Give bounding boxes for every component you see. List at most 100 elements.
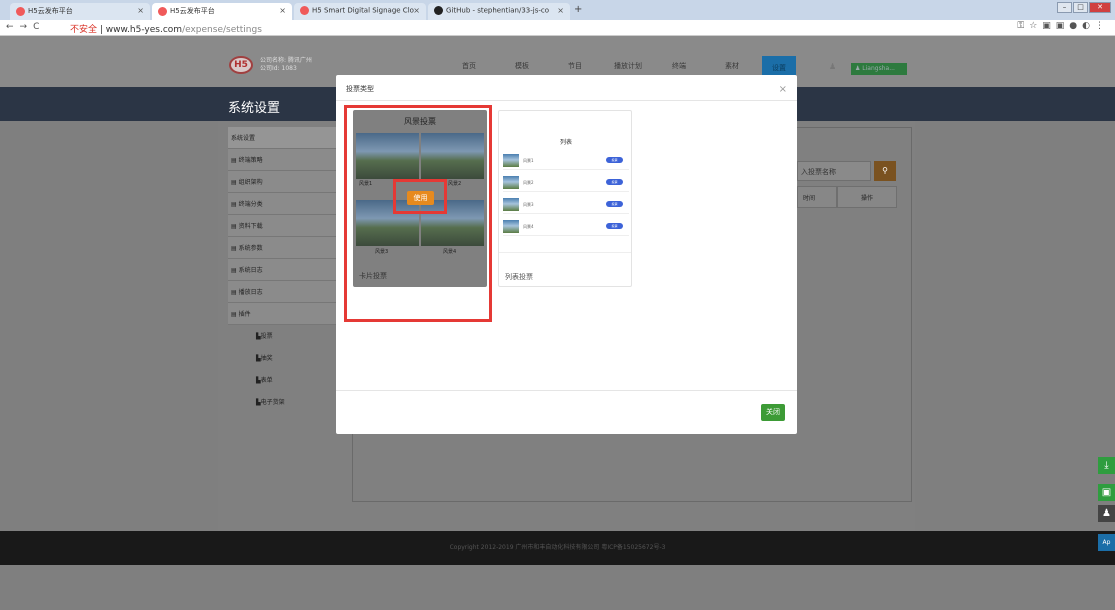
address-bar: ←→C 不安全 | www.h5-yes.com/expense/setting…	[0, 20, 1115, 36]
minimize-icon[interactable]: –	[1057, 2, 1072, 13]
sidebar-item-label: 抽奖	[260, 355, 273, 362]
sidebar-item-label: 插件	[238, 311, 251, 318]
image-icon[interactable]: ▣	[1098, 484, 1115, 501]
sidebar-item-organization[interactable]: ▤ 组织架构	[228, 171, 346, 193]
list-item-label: 风景3	[523, 202, 534, 207]
sidebar-item-play-log[interactable]: ▤ 播放日志	[228, 281, 346, 303]
sidebar-item-label: 播放日志	[238, 289, 263, 296]
sidebar-item-terminal-strategy[interactable]: ▤ 终端策略	[228, 149, 346, 171]
company-id: 公司Id: 1083	[260, 65, 297, 72]
list-item: 风景1 投票	[503, 153, 629, 170]
user-name: Liangsha...	[862, 65, 895, 72]
settings-sidebar: 系统设置 ▤ 终端策略 ▤ 组织架构 ▤ 终端分类 ▤ 资料下载 ▤ 系统参数 …	[228, 127, 346, 413]
site-favicon-icon	[16, 6, 25, 16]
scenery-thumbnail	[503, 198, 519, 211]
list-vote-title: 列表	[559, 139, 572, 146]
site-favicon-icon	[300, 6, 309, 15]
sidebar-item-label: 电子货架	[260, 399, 285, 406]
modal-title: 投票类型	[346, 85, 374, 93]
page-footer: Copyright 2012-2019 广州市和丰自动化科技有限公司 粤ICP备…	[0, 531, 1115, 565]
notification-icon[interactable]: ♟	[829, 62, 836, 71]
site-favicon-icon	[158, 6, 167, 16]
browser-tab[interactable]: GitHub - stephentian/33-js-co ×	[428, 3, 570, 20]
search-icon[interactable]: ⚲	[874, 161, 896, 181]
sidebar-item-label: 资料下载	[238, 223, 263, 230]
nav-play-plan[interactable]: 播放计划	[614, 61, 642, 71]
company-info: 公司名称: 腾讯广州 公司Id: 1083	[260, 57, 312, 73]
sidebar-item-system-params[interactable]: ▤ 系统参数	[228, 237, 346, 259]
insecure-label: 不安全	[70, 25, 98, 35]
window-controls: – □ ✕	[1057, 2, 1111, 13]
close-button[interactable]: 关闭	[761, 404, 785, 421]
tab-title: H5云发布平台	[28, 7, 73, 15]
tab-title: H5 Smart Digital Signage Clo	[312, 6, 414, 15]
sidebar-item-label: 终端策略	[238, 157, 263, 164]
list-item-label: 风景4	[523, 224, 534, 229]
nav-materials[interactable]: 素材	[725, 61, 739, 71]
nav-templates[interactable]: 模板	[515, 61, 529, 71]
vote-button[interactable]: 投票	[606, 223, 623, 229]
company-name: 公司名称: 腾讯广州	[260, 57, 312, 64]
sidebar-subitem-shelf[interactable]: ▙电子货架	[228, 391, 346, 413]
scenery-thumbnail	[503, 220, 519, 233]
scenery-thumbnail	[503, 176, 519, 189]
url-field[interactable]: 不安全 | www.h5-yes.com/expense/settings	[70, 22, 262, 35]
vote-button[interactable]: 投票	[606, 201, 623, 207]
sidebar-item-system-log[interactable]: ▤ 系统日志	[228, 259, 346, 281]
window-close-icon[interactable]: ✕	[1089, 2, 1111, 13]
sidebar-header: 系统设置	[228, 127, 346, 149]
nav-home[interactable]: 首页	[462, 61, 476, 71]
page-title: 系统设置	[228, 101, 281, 116]
list-item: 风景4 投票	[503, 219, 629, 236]
url-host: www.h5-yes.com	[105, 25, 183, 35]
column-header-action: 操作	[837, 186, 897, 208]
vote-search-input[interactable]: 入投票名称	[797, 161, 871, 181]
column-header-time: 时间	[797, 186, 837, 208]
list-item: 风景2 投票	[503, 175, 629, 192]
browser-tab[interactable]: H5 Smart Digital Signage Clo ×	[294, 3, 426, 20]
nav-programs[interactable]: 节目	[568, 61, 582, 71]
list-item: 风景3 投票	[503, 197, 629, 214]
sidebar-subitem-vote[interactable]: ▙投票	[228, 325, 346, 347]
sidebar-item-label: 表单	[260, 377, 273, 384]
sidebar-subitem-form[interactable]: ▙表单	[228, 369, 346, 391]
list-vote-footer: 列表投票	[505, 273, 533, 281]
sidebar-item-label: 系统参数	[238, 245, 263, 252]
close-tab-icon[interactable]: ×	[137, 6, 144, 15]
sidebar-item-plugins[interactable]: ▤ 插件	[228, 303, 346, 325]
tab-title: GitHub - stephentian/33-js-co	[446, 6, 550, 15]
user-icon[interactable]: ♟	[1098, 505, 1115, 522]
list-item-label: 风景1	[523, 158, 534, 163]
modal-header: 投票类型 ×	[336, 75, 797, 101]
sidebar-item-label: 系统日志	[238, 267, 263, 274]
sidebar-item-downloads[interactable]: ▤ 资料下载	[228, 215, 346, 237]
tab-title: H5云发布平台	[170, 7, 215, 15]
close-tab-icon[interactable]: ×	[557, 6, 564, 15]
download-icon[interactable]: ⤓	[1098, 457, 1115, 474]
sidebar-item-label: 组织架构	[238, 179, 263, 186]
vote-button[interactable]: 投票	[606, 179, 623, 185]
close-tab-icon[interactable]: ×	[413, 6, 420, 15]
close-tab-icon[interactable]: ×	[279, 6, 286, 15]
user-menu-button[interactable]: ♟ Liangsha...	[851, 63, 907, 75]
list-vote-option[interactable]: 列表 风景1 投票 风景2 投票 风景3 投票 风景4 投票 列表投票	[498, 110, 632, 287]
browser-tab-active[interactable]: H5云发布平台 ×	[152, 3, 292, 20]
close-icon[interactable]: ×	[779, 84, 787, 95]
nav-terminals[interactable]: 终端	[672, 61, 686, 71]
sidebar-subitem-lottery[interactable]: ▙抽奖	[228, 347, 346, 369]
card-divider	[499, 252, 631, 253]
new-tab-icon[interactable]: +	[574, 4, 582, 15]
sidebar-item-label: 投票	[260, 333, 273, 340]
github-icon	[434, 6, 443, 15]
company-logo: H5	[229, 56, 253, 74]
vote-button[interactable]: 投票	[606, 157, 623, 163]
extension-icons[interactable]: ⚿☆▣▣●◐⋮	[1017, 21, 1109, 31]
highlight-use-button-box	[393, 179, 447, 214]
sidebar-item-terminal-category[interactable]: ▤ 终端分类	[228, 193, 346, 215]
browser-tab[interactable]: H5云发布平台 ×	[10, 3, 150, 20]
sidebar-item-label: 终端分类	[238, 201, 263, 208]
maximize-icon[interactable]: □	[1073, 2, 1088, 13]
app-icon[interactable]: Ap	[1098, 534, 1115, 551]
browser-nav-icons[interactable]: ←→C	[6, 22, 45, 32]
url-path: /expense/settings	[182, 25, 262, 35]
